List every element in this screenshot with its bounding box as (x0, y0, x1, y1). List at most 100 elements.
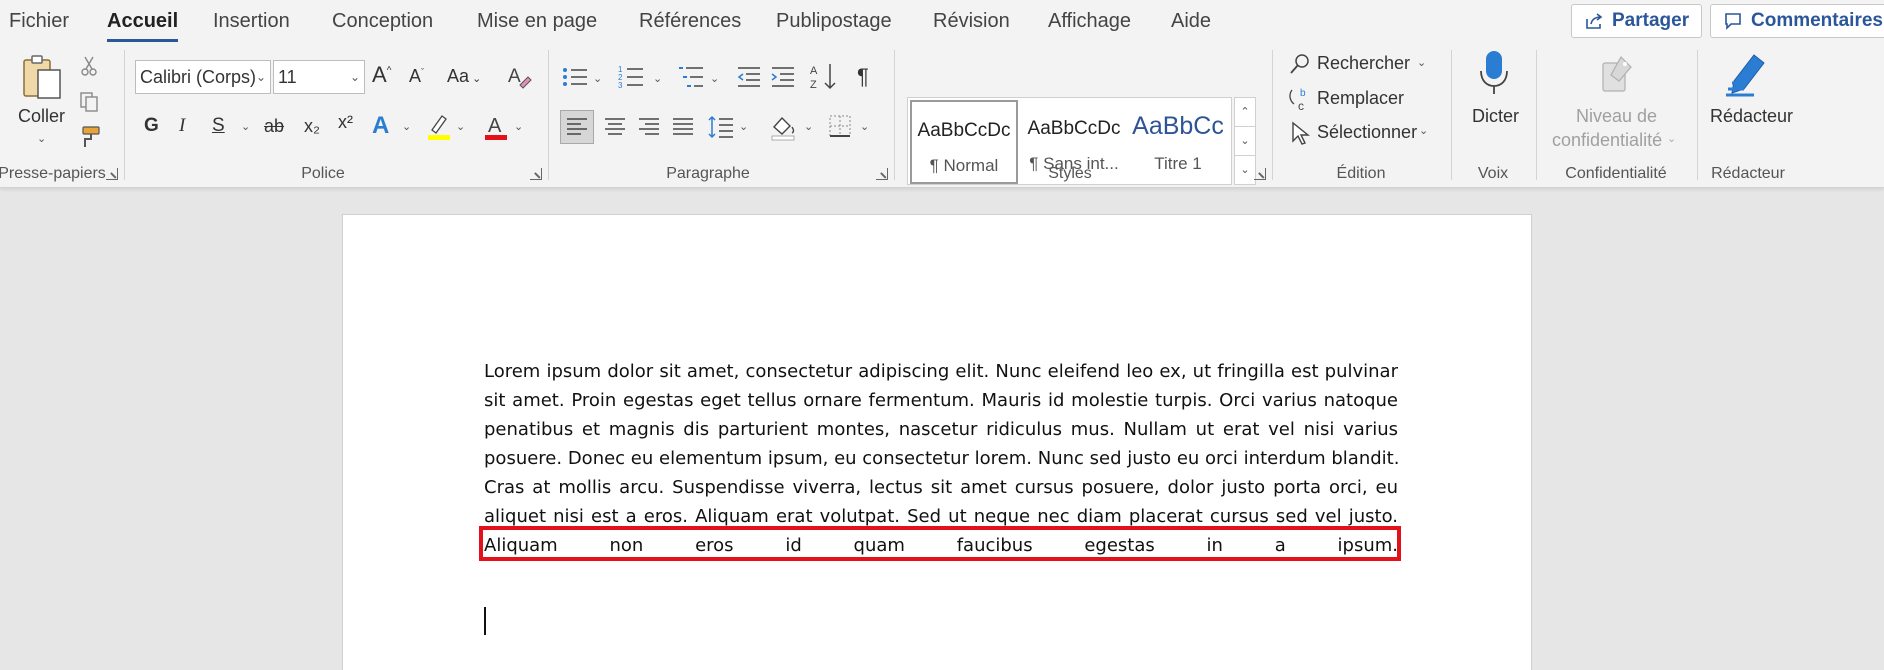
format-painter-icon[interactable] (76, 124, 102, 150)
svg-text:c: c (1298, 99, 1304, 112)
tab-revision[interactable]: Révision (933, 10, 1010, 33)
tab-publipostage[interactable]: Publipostage (776, 10, 892, 33)
highlighter-icon[interactable] (425, 112, 453, 142)
copy-icon[interactable] (78, 90, 100, 114)
superscript-button[interactable]: x² (338, 112, 353, 133)
tab-insertion[interactable]: Insertion (213, 10, 290, 33)
separator (1272, 50, 1273, 180)
multilevel-list-icon[interactable] (678, 64, 704, 90)
highlight-box (479, 526, 1401, 561)
tab-conception[interactable]: Conception (332, 10, 433, 33)
clear-formatting-icon[interactable]: A (505, 62, 533, 90)
text-line: sit amet. Proin egestas eget tellus orna… (484, 390, 1398, 411)
document-page[interactable]: Lorem ipsum dolor sit amet, consectetur … (342, 214, 1532, 670)
select-cursor-icon[interactable] (1288, 120, 1312, 146)
font-color-chevron-icon[interactable]: ⌄ (514, 120, 523, 133)
search-icon[interactable] (1288, 52, 1312, 76)
find-label[interactable]: Rechercher (1317, 53, 1410, 74)
svg-text:A: A (488, 115, 502, 137)
share-button[interactable]: Partager (1571, 4, 1703, 38)
cut-icon[interactable] (78, 54, 100, 78)
separator (1451, 50, 1452, 180)
strikethrough-button[interactable]: ab (264, 116, 284, 137)
style-normal-name: ¶ Normal (929, 156, 999, 175)
microphone-icon[interactable] (1476, 48, 1512, 98)
underline-chevron-icon[interactable]: ⌄ (241, 120, 250, 133)
bullets-chevron-icon[interactable]: ⌄ (593, 72, 602, 85)
font-name-value: Calibri (Corps) (140, 67, 257, 87)
style-heading-1[interactable]: AaBbCc Titre 1 (1128, 100, 1228, 184)
line-spacing-icon[interactable] (704, 110, 738, 144)
borders-chevron-icon[interactable]: ⌄ (860, 120, 869, 133)
font-launcher-icon[interactable] (530, 168, 542, 180)
shading-chevron-icon[interactable]: ⌄ (804, 120, 813, 133)
line-spacing-chevron-icon[interactable]: ⌄ (739, 120, 748, 133)
replace-label[interactable]: Remplacer (1317, 88, 1404, 109)
voice-group-label: Voix (1477, 165, 1509, 182)
justify-icon[interactable] (666, 110, 700, 144)
tab-aide[interactable]: Aide (1171, 10, 1211, 33)
subscript-button[interactable]: x₂ (304, 116, 320, 137)
italic-button[interactable]: I (179, 115, 185, 137)
align-left-icon[interactable] (560, 110, 594, 144)
align-center-icon[interactable] (598, 110, 632, 144)
shrink-font-icon[interactable]: Aˇ (409, 66, 424, 87)
highlighter-chevron-icon[interactable]: ⌄ (456, 120, 465, 133)
select-label[interactable]: Sélectionner (1317, 122, 1417, 143)
editor-pen-icon[interactable] (1723, 50, 1771, 100)
styles-more-icon[interactable]: ⌄ (1235, 156, 1255, 185)
tab-affichage[interactable]: Affichage (1048, 10, 1131, 33)
tab-references[interactable]: Références (639, 10, 741, 33)
align-right-icon[interactable] (632, 110, 666, 144)
text-effects-icon[interactable]: A (372, 112, 389, 140)
font-color-icon[interactable]: A (482, 112, 510, 142)
style-normal[interactable]: AaBbCcDc ¶ Normal (910, 100, 1018, 184)
numbering-icon[interactable]: 123 (618, 64, 644, 90)
bullets-icon[interactable] (562, 66, 588, 88)
text-effects-chevron-icon[interactable]: ⌄ (402, 120, 411, 133)
paragraph-group-label: Paragraphe (666, 165, 750, 182)
svg-text:Z: Z (810, 79, 817, 91)
replace-icon[interactable]: bc (1288, 86, 1312, 112)
share-icon (1586, 13, 1603, 29)
tab-fichier[interactable]: Fichier (9, 10, 69, 33)
multilevel-chevron-icon[interactable]: ⌄ (710, 72, 719, 85)
editor-label[interactable]: Rédacteur (1710, 106, 1793, 127)
comments-button[interactable]: Commentaires (1710, 4, 1884, 38)
sensitivity-label-line2: confidentialité (1552, 130, 1663, 150)
change-case-button[interactable]: Aa ⌄ (447, 66, 481, 87)
grow-font-icon[interactable]: A^ (372, 62, 391, 88)
decrease-indent-icon[interactable] (736, 66, 762, 88)
font-name-combo[interactable]: Calibri (Corps) ⌄ (135, 60, 271, 94)
paste-label[interactable]: Coller (18, 106, 65, 127)
shading-icon[interactable] (768, 110, 798, 144)
paste-icon[interactable] (18, 54, 66, 104)
styles-scroll-down-icon[interactable]: ⌄ (1235, 127, 1255, 156)
font-group-label: Police (301, 165, 345, 182)
find-chevron-icon[interactable]: ⌄ (1417, 56, 1426, 69)
sort-icon[interactable]: AZ (810, 62, 838, 92)
underline-button[interactable]: S (212, 115, 225, 137)
tab-mise-en-page[interactable]: Mise en page (477, 10, 597, 33)
font-size-combo[interactable]: 11 ⌄ (273, 60, 365, 94)
chevron-down-icon: ⌄ (255, 70, 266, 84)
paste-chevron-icon[interactable]: ⌄ (37, 132, 46, 145)
select-chevron-icon[interactable]: ⌄ (1419, 124, 1428, 137)
styles-group-label: Styles (1048, 165, 1092, 182)
chevron-down-icon: ⌄ (349, 70, 360, 84)
dictate-label[interactable]: Dicter (1472, 106, 1519, 127)
styles-scroll-up-icon[interactable]: ⌃ (1235, 98, 1255, 127)
editing-group-label: Édition (1336, 165, 1386, 182)
tab-accueil[interactable]: Accueil (107, 10, 179, 42)
increase-indent-icon[interactable] (770, 66, 796, 88)
borders-icon[interactable] (826, 112, 854, 140)
font-size-value: 11 (278, 67, 297, 87)
show-formatting-marks-icon[interactable]: ¶ (857, 64, 869, 90)
numbering-chevron-icon[interactable]: ⌄ (653, 72, 662, 85)
ribbon-tabs: Fichier Accueil Insertion Conception Mis… (0, 0, 1884, 44)
styles-launcher-icon[interactable] (1254, 168, 1266, 180)
bold-button[interactable]: G (144, 115, 159, 137)
clipboard-launcher-icon[interactable] (106, 168, 118, 180)
paragraph-launcher-icon[interactable] (876, 168, 888, 180)
text-line: posuere. Donec eu elementum ipsum, eu co… (484, 448, 1400, 469)
